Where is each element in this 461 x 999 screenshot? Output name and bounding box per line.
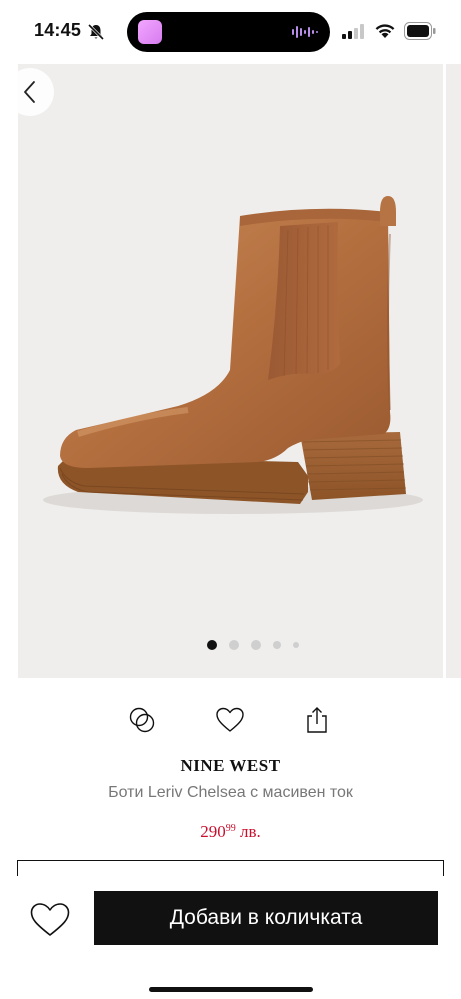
price-cents: 99 [225, 823, 236, 834]
pagination-dot[interactable] [272, 641, 281, 649]
next-image-peek[interactable] [446, 64, 461, 678]
pagination-dot[interactable] [228, 640, 239, 650]
product-brand[interactable]: NINE WEST [0, 756, 461, 776]
wifi-icon [375, 24, 395, 38]
home-indicator[interactable] [149, 987, 313, 992]
island-app-icon [138, 20, 162, 44]
price-main: 290 [200, 822, 226, 841]
share-icon [307, 707, 327, 733]
audio-wave-icon [292, 26, 318, 38]
status-time: 14:45 [34, 20, 82, 40]
back-button[interactable] [6, 68, 54, 116]
pagination-dot[interactable] [292, 642, 299, 648]
add-to-cart-button[interactable]: Добави в количката [94, 891, 438, 945]
product-actions [0, 700, 461, 740]
chevron-left-icon [24, 81, 35, 103]
product-name: Боти Leriv Chelsea с масивен ток [108, 784, 353, 801]
compare-icon [129, 707, 155, 733]
share-button[interactable] [297, 700, 337, 740]
wishlist-button[interactable] [210, 700, 250, 740]
battery-icon [404, 22, 436, 40]
favorite-button[interactable] [26, 898, 74, 942]
product-image [43, 196, 423, 514]
price-currency: лв. [235, 822, 261, 841]
status-bar: 14:45 [0, 0, 461, 64]
compare-button[interactable] [122, 700, 162, 740]
heart-icon [216, 707, 244, 732]
bottom-action-bar: Добави в количката [0, 876, 461, 999]
bell-slash-icon [87, 23, 105, 41]
gallery-pagination [0, 638, 461, 652]
signal-icon [342, 24, 364, 39]
dynamic-island[interactable] [127, 12, 330, 52]
pagination-dot[interactable] [206, 640, 217, 650]
pagination-dot[interactable] [250, 640, 261, 650]
product-price: 29099 лв. [0, 822, 461, 842]
product-image-gallery[interactable] [18, 64, 443, 678]
heart-icon [30, 903, 70, 936]
